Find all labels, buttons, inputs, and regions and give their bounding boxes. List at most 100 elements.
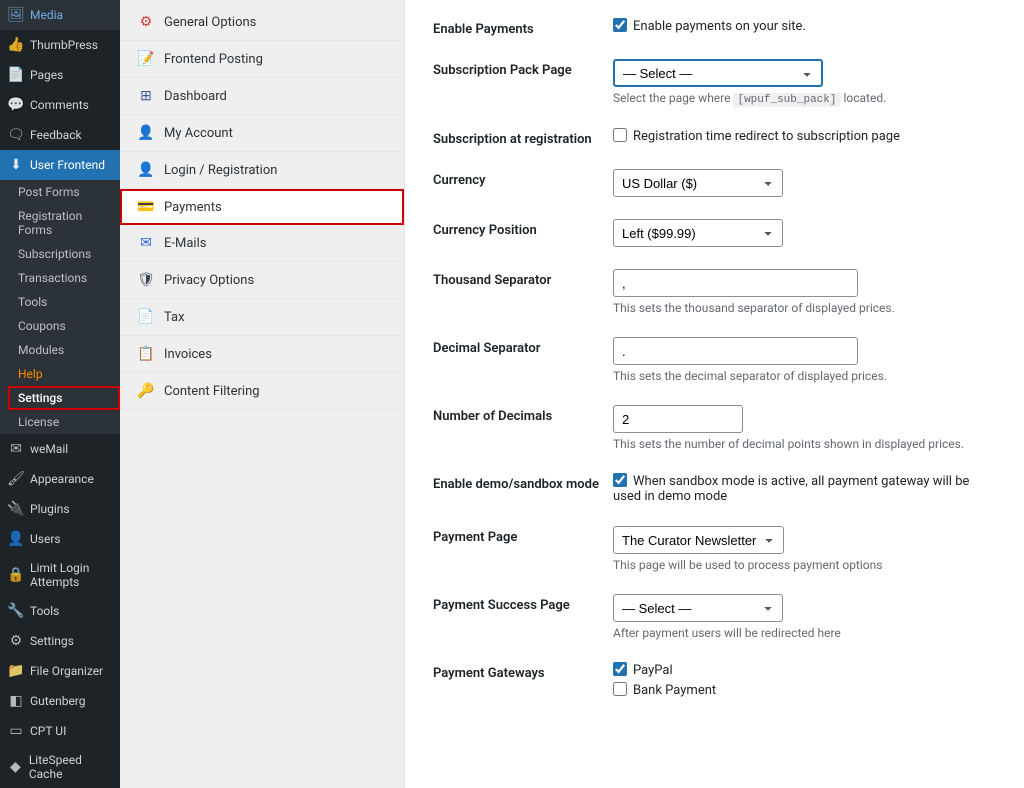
invoice-icon: 📋: [138, 346, 154, 362]
tab-general-options[interactable]: ⚙General Options: [120, 4, 404, 41]
sidebar-thumbpress[interactable]: 👍ThumbPress: [0, 30, 120, 60]
tab-my-account[interactable]: 👤My Account: [120, 115, 404, 152]
email-icon: ✉: [138, 235, 154, 251]
tab-invoices[interactable]: 📋Invoices: [120, 336, 404, 373]
litespeed-icon: ◆: [8, 759, 23, 775]
submenu-modules[interactable]: Modules: [8, 338, 120, 362]
key-icon: 🔑: [138, 383, 154, 399]
submenu-subscriptions[interactable]: Subscriptions: [8, 242, 120, 266]
sidebar-litespeed[interactable]: ◆LiteSpeed Cache: [0, 746, 120, 788]
tab-payments[interactable]: 💳Payments: [120, 189, 404, 225]
tax-icon: 📄: [138, 309, 154, 325]
submenu-help[interactable]: Help: [8, 362, 120, 386]
label-subscription-at-registration: Subscription at registration: [433, 128, 613, 147]
help-payment-page: This page will be used to process paymen…: [613, 558, 996, 572]
submenu-registration-forms[interactable]: Registration Forms: [8, 204, 120, 242]
tab-privacy[interactable]: 🛡Privacy Options: [120, 262, 404, 299]
label-subscription-pack-page: Subscription Pack Page: [433, 59, 613, 78]
select-subscription-pack-page[interactable]: — Select —: [613, 59, 823, 87]
shield-icon: 🛡: [138, 272, 154, 288]
select-payment-success-page[interactable]: — Select —: [613, 594, 783, 622]
sidebar-cpt-ui[interactable]: ▭CPT UI: [0, 716, 120, 746]
gateway-label-paypal: PayPal: [633, 663, 673, 678]
label-number-of-decimals: Number of Decimals: [433, 405, 613, 424]
dashboard-icon: ⊞: [138, 88, 154, 104]
submenu-transactions[interactable]: Transactions: [8, 266, 120, 290]
input-thousand-separator[interactable]: [613, 269, 858, 297]
checkbox-label-subscription-registration: Registration time redirect to subscripti…: [633, 129, 900, 144]
cpt-icon: ▭: [8, 723, 24, 739]
media-icon: 🖼: [8, 7, 24, 23]
tab-login-registration[interactable]: 👤Login / Registration: [120, 152, 404, 189]
label-decimal-separator: Decimal Separator: [433, 337, 613, 356]
submenu-settings[interactable]: Settings: [8, 386, 120, 410]
edit-icon: 📝: [138, 51, 154, 67]
sidebar-appearance[interactable]: 🖌Appearance: [0, 464, 120, 494]
label-thousand-separator: Thousand Separator: [433, 269, 613, 288]
checkbox-subscription-registration[interactable]: [613, 128, 627, 142]
sidebar-comments[interactable]: 💬Comments: [0, 90, 120, 120]
help-thousand-separator: This sets the thousand separator of disp…: [613, 301, 996, 315]
checkbox-enable-payments[interactable]: [613, 18, 627, 32]
sidebar-limit-login[interactable]: 🔒Limit Login Attempts: [0, 554, 120, 596]
sidebar-gutenberg[interactable]: ◧Gutenberg: [0, 686, 120, 716]
gutenberg-icon: ◧: [8, 693, 24, 709]
checkbox-label-enable-payments: Enable payments on your site.: [633, 19, 806, 34]
label-payment-page: Payment Page: [433, 526, 613, 545]
label-payment-success-page: Payment Success Page: [433, 594, 613, 613]
tab-emails[interactable]: ✉E-Mails: [120, 225, 404, 262]
folder-icon: 📁: [8, 663, 24, 679]
sidebar-wemail[interactable]: ✉weMail: [0, 434, 120, 464]
help-payment-success-page: After payment users will be redirected h…: [613, 626, 996, 640]
sidebar-pages[interactable]: 📄Pages: [0, 60, 120, 90]
sidebar-settings[interactable]: ⚙Settings: [0, 626, 120, 656]
label-currency-position: Currency Position: [433, 219, 613, 238]
label-currency: Currency: [433, 169, 613, 188]
appearance-icon: 🖌: [8, 471, 24, 487]
sidebar-file-organizer[interactable]: 📁File Organizer: [0, 656, 120, 686]
tools-icon: 🔧: [8, 603, 24, 619]
checkbox-sandbox[interactable]: [613, 473, 627, 487]
submenu-tools[interactable]: Tools: [8, 290, 120, 314]
checkbox-gateway-paypal[interactable]: [613, 662, 627, 676]
tab-dashboard[interactable]: ⊞Dashboard: [120, 78, 404, 115]
sidebar-user-frontend[interactable]: ⬇User Frontend: [0, 150, 120, 180]
sidebar-users[interactable]: 👤Users: [0, 524, 120, 554]
submenu-coupons[interactable]: Coupons: [8, 314, 120, 338]
checkbox-gateway-bank[interactable]: [613, 682, 627, 696]
sidebar-submenu: Post Forms Registration Forms Subscripti…: [0, 180, 120, 434]
label-sandbox-mode: Enable demo/sandbox mode: [433, 473, 613, 492]
input-decimal-separator[interactable]: [613, 337, 858, 365]
login-icon: 👤: [138, 162, 154, 178]
label-enable-payments: Enable Payments: [433, 18, 613, 37]
select-payment-page[interactable]: The Curator Newsletter: [613, 526, 784, 554]
settings-tabs: ⚙General Options 📝Frontend Posting ⊞Dash…: [120, 0, 405, 788]
tab-content-filtering[interactable]: 🔑Content Filtering: [120, 373, 404, 410]
wemail-icon: ✉: [8, 441, 24, 457]
checkbox-label-sandbox: When sandbox mode is active, all payment…: [613, 474, 969, 504]
lock-icon: 🔒: [8, 567, 24, 583]
submenu-post-forms[interactable]: Post Forms: [8, 180, 120, 204]
gateway-label-bank: Bank Payment: [633, 683, 716, 698]
select-currency[interactable]: US Dollar ($): [613, 169, 783, 197]
payments-icon: 💳: [138, 199, 154, 215]
tab-frontend-posting[interactable]: 📝Frontend Posting: [120, 41, 404, 78]
feedback-icon: 🗨: [8, 127, 24, 143]
sidebar-media[interactable]: 🖼Media: [0, 0, 120, 30]
gear-icon: ⚙: [138, 14, 154, 30]
settings-icon: ⚙: [8, 633, 24, 649]
select-currency-position[interactable]: Left ($99.99): [613, 219, 783, 247]
comments-icon: 💬: [8, 97, 24, 113]
sidebar-plugins[interactable]: 🔌Plugins: [0, 494, 120, 524]
input-number-of-decimals[interactable]: [613, 405, 743, 433]
submenu-license[interactable]: License: [8, 410, 120, 434]
sidebar-feedback[interactable]: 🗨Feedback: [0, 120, 120, 150]
label-payment-gateways: Payment Gateways: [433, 662, 613, 681]
users-icon: 👤: [8, 531, 24, 547]
payments-form: Enable Payments Enable payments on your …: [405, 0, 1024, 788]
tab-tax[interactable]: 📄Tax: [120, 299, 404, 336]
person-icon: 👤: [138, 125, 154, 141]
plugins-icon: 🔌: [8, 501, 24, 517]
thumbpress-icon: 👍: [8, 37, 24, 53]
sidebar-tools[interactable]: 🔧Tools: [0, 596, 120, 626]
